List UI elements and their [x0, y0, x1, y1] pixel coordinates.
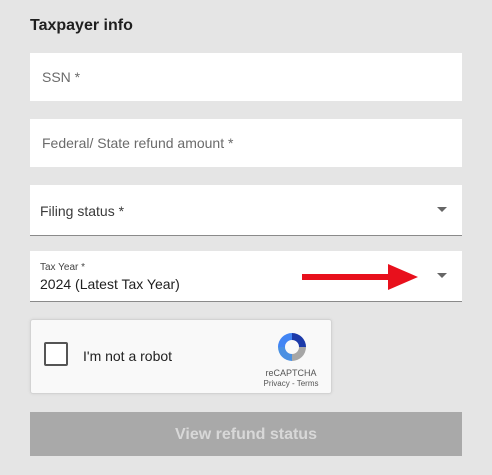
ssn-input[interactable]: [30, 53, 462, 101]
refund-amount-input[interactable]: [30, 119, 462, 167]
red-arrow-annotation: [302, 264, 418, 290]
arrow-shaft: [302, 274, 390, 280]
arrow-head: [388, 264, 418, 290]
view-refund-status-button[interactable]: View refund status: [30, 412, 462, 456]
recaptcha-logo-icon: [278, 333, 306, 361]
recaptcha-links: Privacy - Terms: [263, 379, 319, 388]
tax-year-label: Tax Year *: [40, 262, 86, 273]
recaptcha-widget: I'm not a robot reCAPTCHA Privacy - Term…: [30, 319, 332, 394]
ssn-field-container: [30, 53, 462, 101]
recaptcha-terms-link[interactable]: Terms: [297, 379, 319, 388]
filing-status-select[interactable]: Filing status *: [30, 185, 462, 236]
filing-status-label: Filing status *: [40, 203, 125, 219]
chevron-down-icon: [437, 273, 447, 278]
refund-amount-field-container: [30, 119, 462, 167]
tax-year-value: 2024 (Latest Tax Year): [40, 276, 180, 292]
recaptcha-label: I'm not a robot: [83, 348, 173, 364]
recaptcha-privacy-link[interactable]: Privacy: [264, 379, 290, 388]
recaptcha-checkbox[interactable]: [44, 342, 68, 366]
section-title: Taxpayer info: [30, 17, 133, 34]
recaptcha-brand: reCAPTCHA: [265, 368, 317, 378]
chevron-down-icon: [437, 207, 447, 212]
